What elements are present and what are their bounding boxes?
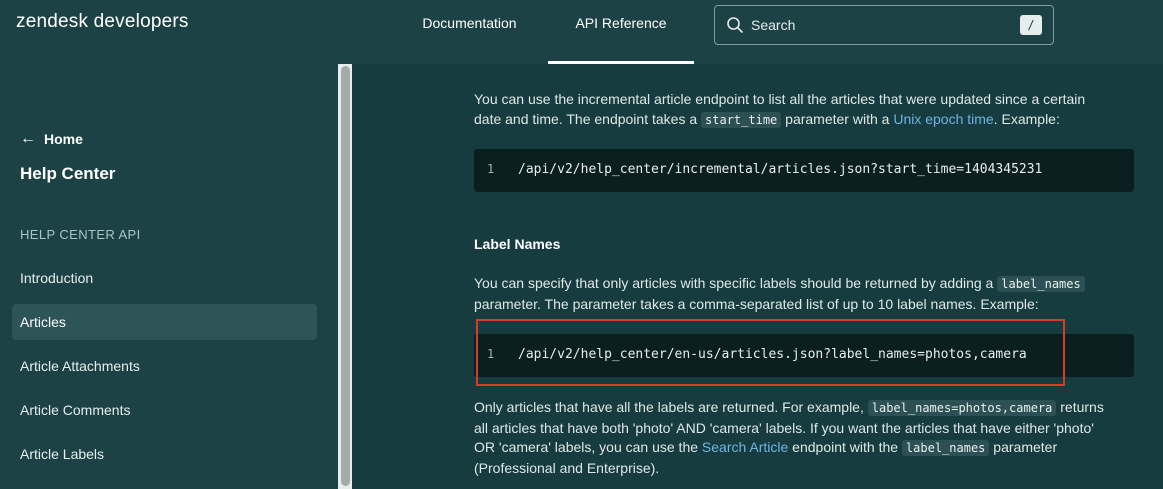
top-header: zendesk developers Documentation API Ref… [0, 0, 1163, 64]
zendesk-logo[interactable]: zendesk developers [16, 11, 189, 33]
back-arrow-icon: ← [20, 130, 36, 147]
paragraph-incremental: You can use the incremental article endp… [474, 90, 1085, 130]
inline-code: label_names [997, 276, 1085, 292]
text: returns [1056, 399, 1104, 415]
inline-code: label_names=photos,camera [867, 400, 1057, 416]
text: . Example: [993, 110, 1060, 127]
text: (Professional and Enterprise). [474, 459, 660, 476]
home-label: Home [44, 131, 83, 147]
red-highlight-box [476, 319, 1065, 386]
sidebar-scrollbar-thumb[interactable] [341, 66, 350, 486]
sidebar-item-articles[interactable]: Articles [12, 304, 317, 340]
group-label: HELP CENTER API [20, 227, 141, 242]
text: endpoint with the [788, 439, 902, 455]
text: Only articles that have all the labels a… [474, 399, 868, 415]
section-title: Help Center [20, 164, 116, 183]
nav-documentation[interactable]: Documentation [401, 0, 538, 46]
search-article-link[interactable]: Search Article [702, 439, 788, 455]
paragraph-label-result: Only articles that have all the labels a… [474, 398, 1104, 478]
code-block-incremental[interactable]: 1 /api/v2/help_center/incremental/articl… [474, 149, 1134, 192]
text: all articles that have both 'photo' AND … [474, 419, 1094, 436]
heading-label-names: Label Names [474, 236, 561, 252]
sidebar-item-article-attachments[interactable]: Article Attachments [12, 348, 317, 384]
sidebar: ← Home Help Center HELP CENTER API Intro… [0, 64, 340, 489]
text: parameter. The parameter takes a comma-s… [474, 295, 1039, 312]
search-icon [727, 17, 743, 33]
text: parameter with a [781, 110, 894, 127]
sidebar-item-article-comments[interactable]: Article Comments [12, 392, 317, 428]
line-number: 1 [487, 162, 495, 176]
text: OR 'camera' labels, you can use the [474, 439, 702, 455]
paragraph-label-names: You can specify that only articles with … [474, 274, 1085, 314]
main-content: You can use the incremental article endp… [352, 64, 1163, 489]
text: You can specify that only articles with … [474, 275, 998, 291]
search-placeholder[interactable]: Search [751, 17, 795, 33]
inline-code: start_time [701, 111, 782, 128]
text: You can use the incremental article endp… [474, 91, 1086, 107]
sidebar-item-article-labels[interactable]: Article Labels [12, 436, 317, 472]
unix-epoch-link[interactable]: Unix epoch time [893, 111, 993, 127]
home-link[interactable]: ← Home [20, 130, 83, 148]
sidebar-item-introduction[interactable]: Introduction [12, 260, 317, 296]
search-box[interactable]: Search / [714, 5, 1054, 45]
nav-api-reference[interactable]: API Reference [548, 0, 694, 46]
inline-code: label_names [901, 440, 990, 456]
code-line: /api/v2/help_center/incremental/articles… [518, 162, 1043, 177]
text: date and time. The endpoint takes a [474, 110, 702, 127]
search-shortcut-key: / [1020, 15, 1042, 35]
text: parameter [989, 439, 1058, 455]
